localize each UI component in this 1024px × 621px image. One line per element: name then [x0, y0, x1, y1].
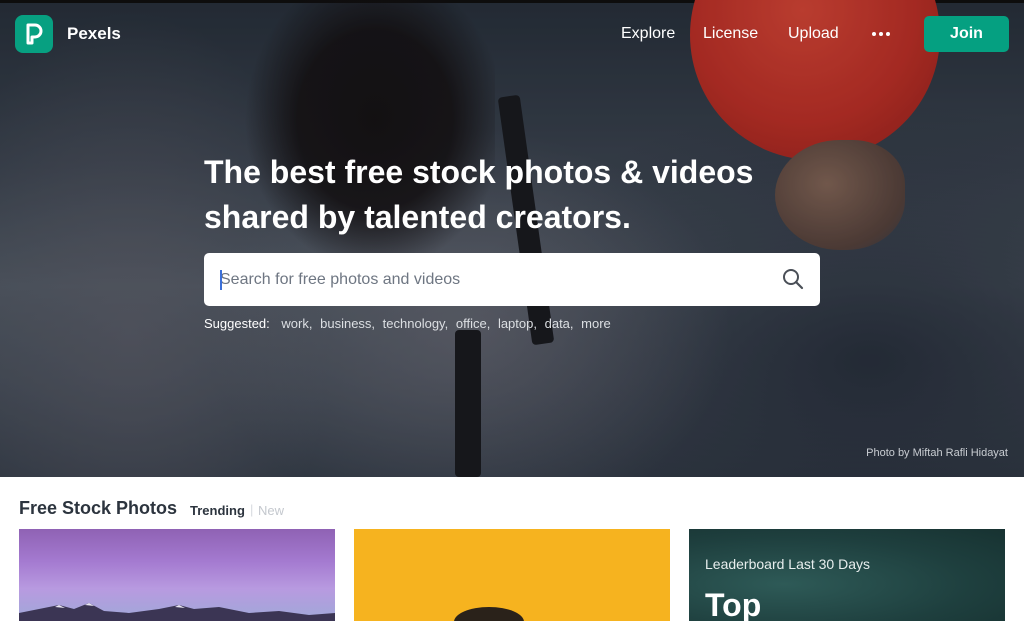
hero-headline-line1: The best free stock photos & videos: [204, 154, 754, 190]
search-icon[interactable]: [780, 266, 806, 292]
photo-credit[interactable]: Photo by Miftah Rafli Hidayat: [866, 447, 1008, 459]
separator: ,: [569, 316, 574, 331]
leaderboard-card[interactable]: Leaderboard Last 30 Days Top: [689, 529, 1005, 621]
separator: ,: [533, 316, 537, 331]
join-button[interactable]: Join: [924, 16, 1009, 52]
tab-trending[interactable]: Trending: [190, 503, 245, 518]
separator: ,: [444, 316, 449, 331]
hero-headline-line2: shared by talented creators.: [204, 199, 631, 235]
search-input[interactable]: [220, 253, 760, 306]
suggested-label: Suggested:: [204, 316, 270, 331]
brand-name[interactable]: Pexels: [67, 24, 121, 44]
separator: ,: [371, 316, 376, 331]
photo-card[interactable]: [19, 529, 335, 621]
top-navigation: Pexels Explore License Upload Join: [0, 3, 1024, 65]
dot: [872, 32, 876, 36]
suggested-link-data[interactable]: data: [545, 316, 570, 331]
suggested-link-work[interactable]: work: [281, 316, 308, 331]
suggested-link-office[interactable]: office: [456, 316, 487, 331]
text-cursor: [220, 270, 222, 290]
separator: ,: [308, 316, 313, 331]
suggested-link-business[interactable]: business: [320, 316, 371, 331]
pexels-logo[interactable]: [15, 15, 53, 53]
hero-section: Pexels Explore License Upload Join The b…: [0, 0, 1024, 477]
photo-card[interactable]: [354, 529, 670, 621]
tab-divider: |: [250, 502, 254, 517]
search-box: [204, 253, 820, 306]
mountain-photo: [19, 603, 335, 621]
suggested-link-technology[interactable]: technology: [383, 316, 445, 331]
dot: [879, 32, 883, 36]
tab-new[interactable]: New: [258, 503, 284, 518]
suggested-searches: Suggested: work, business, technology, o…: [204, 316, 611, 331]
leaderboard-label: Leaderboard Last 30 Days: [705, 556, 870, 572]
pexels-logo-icon: [26, 23, 43, 45]
photo-subject: [454, 607, 524, 621]
nav-explore[interactable]: Explore: [621, 25, 675, 43]
dot: [886, 32, 890, 36]
hero-headline: The best free stock photos & videos shar…: [204, 150, 844, 240]
section-title: Free Stock Photos: [19, 498, 178, 518]
suggested-link-more[interactable]: more: [581, 316, 611, 331]
nav-license[interactable]: License: [703, 25, 758, 43]
suggested-link-laptop[interactable]: laptop: [498, 316, 533, 331]
separator: ,: [486, 316, 491, 331]
leaderboard-title: Top: [705, 587, 762, 621]
more-options-icon[interactable]: [866, 25, 896, 43]
nav-upload[interactable]: Upload: [788, 25, 839, 43]
